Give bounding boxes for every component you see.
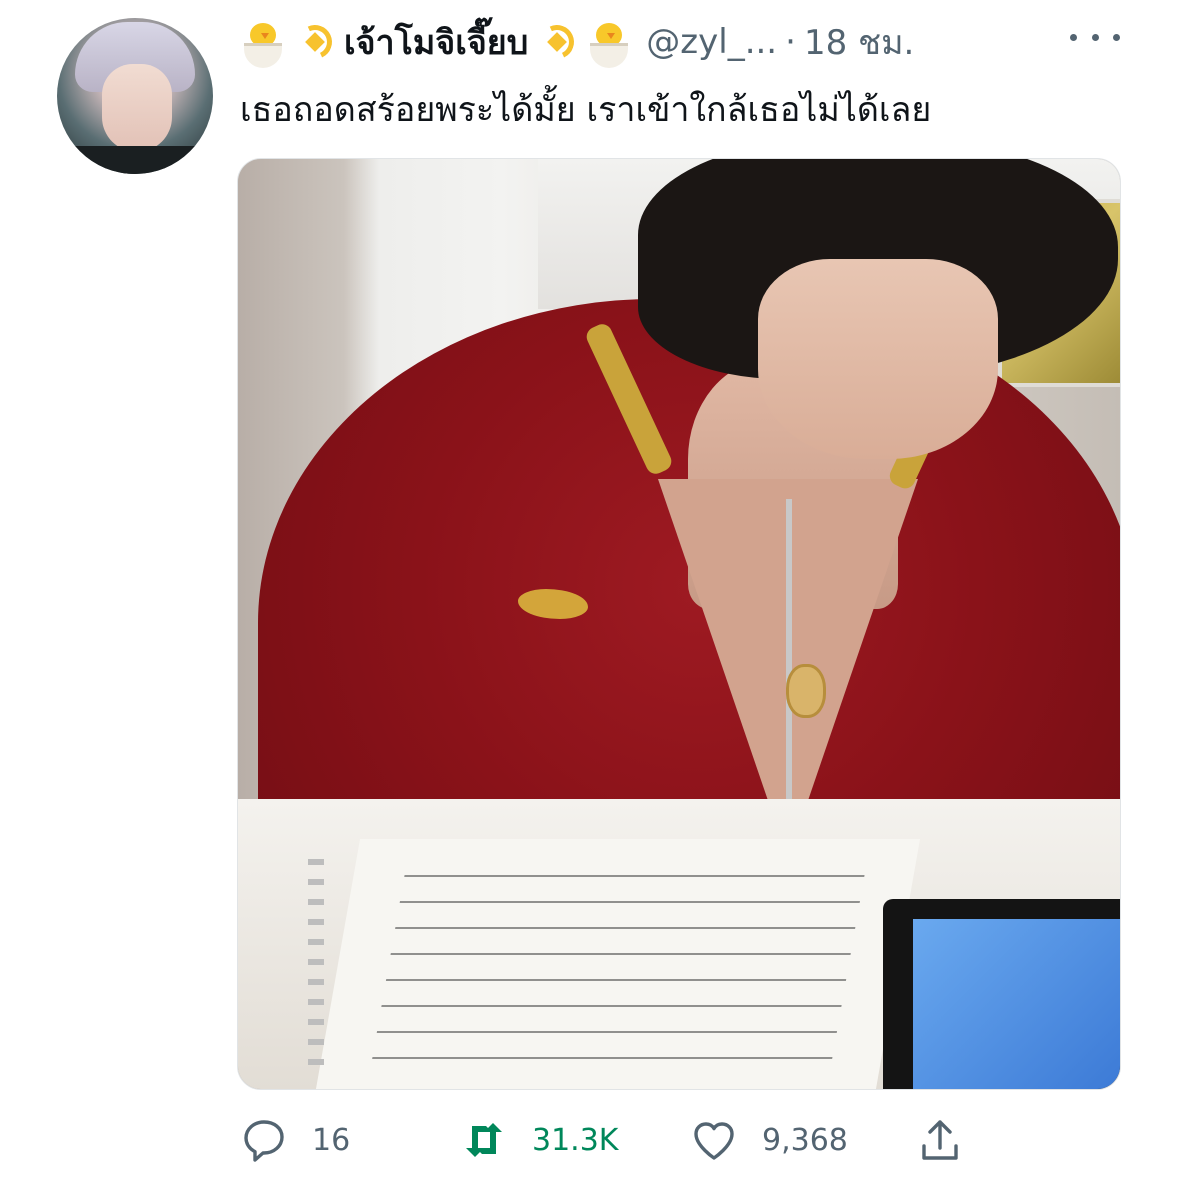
tweet-text: เธอถอดสร้อยพระได้มั้ย เราเข้าใกล้เธอไม่ไ…	[240, 90, 932, 130]
hatching-chick-emoji	[586, 19, 632, 68]
retweet-button[interactable]: 31.3K	[460, 1112, 618, 1168]
timestamp[interactable]: 18 ชม.	[804, 15, 914, 69]
dizzy-emoji	[292, 19, 338, 65]
share-button[interactable]	[916, 1112, 964, 1168]
reply-button[interactable]: 16	[240, 1112, 350, 1168]
more-icon[interactable]	[1070, 22, 1120, 52]
retweet-icon	[466, 1123, 502, 1157]
timestamp-separator: ·	[785, 22, 796, 62]
avatar[interactable]	[57, 18, 213, 174]
hatching-chick-emoji	[240, 19, 286, 68]
tweet-actions: 16 31.3K 9,368	[240, 1112, 1000, 1168]
dizzy-emoji	[534, 19, 580, 65]
retweet-count: 31.3K	[532, 1122, 619, 1158]
like-button[interactable]: 9,368	[690, 1112, 848, 1168]
tweet-photo[interactable]	[237, 158, 1121, 1090]
display-name[interactable]: เจ้าโมจิเจี๊ยบ	[344, 15, 528, 69]
user-handle[interactable]: @zyl_...	[646, 22, 777, 62]
heart-icon	[694, 1122, 734, 1160]
like-count: 9,368	[762, 1122, 848, 1158]
share-icon	[922, 1120, 958, 1160]
tweet-header: เจ้าโมจิเจี๊ยบ @zyl_... · 18 ชม.	[240, 14, 914, 70]
reply-icon	[244, 1120, 284, 1162]
reply-count: 16	[312, 1122, 351, 1158]
